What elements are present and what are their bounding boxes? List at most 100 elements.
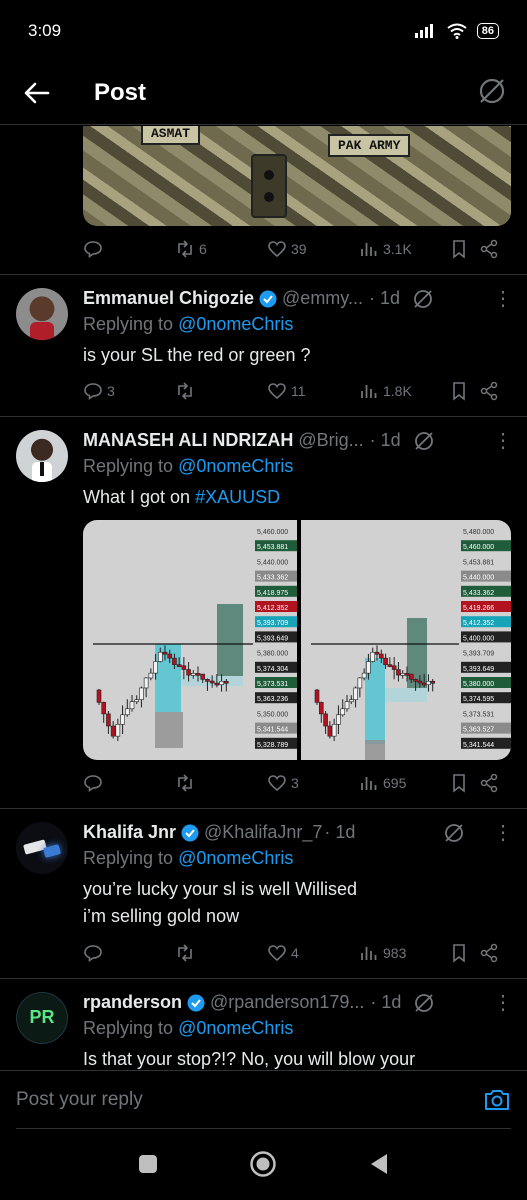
- repost-action[interactable]: 6: [175, 239, 267, 259]
- reply-action[interactable]: [83, 773, 175, 793]
- recents-icon[interactable]: [137, 1153, 159, 1175]
- share-action[interactable]: [479, 943, 499, 963]
- candle-body: [340, 708, 346, 716]
- like-action[interactable]: 3: [267, 773, 359, 793]
- back-icon[interactable]: [367, 1152, 391, 1176]
- tweet-text: Is that your stop?!? No, you will blow y…: [83, 1049, 416, 1069]
- grok-icon[interactable]: [477, 76, 507, 106]
- avatar-initials: PR: [29, 1007, 55, 1027]
- reply-tweet[interactable]: PR rpanderson @rpanderson179... · 1d ⋮ R…: [0, 978, 527, 1070]
- reply-tweet[interactable]: Khalifa Jnr @KhalifaJnr_7 · 1d ⋮ Replyin…: [0, 808, 527, 978]
- repost-action[interactable]: [175, 773, 267, 793]
- bookmark-action[interactable]: [449, 773, 479, 793]
- candle-body: [124, 708, 130, 716]
- view-count: 695: [383, 775, 407, 791]
- views-action[interactable]: 695: [359, 773, 449, 793]
- repost-action[interactable]: [175, 943, 267, 963]
- user-handle[interactable]: @emmy...: [282, 288, 363, 309]
- like-count: 4: [291, 945, 299, 961]
- more-options-icon[interactable]: ⋮: [485, 990, 513, 1015]
- reply-action[interactable]: 3: [83, 381, 175, 401]
- camera-icon[interactable]: [483, 1087, 511, 1113]
- candle-body: [115, 724, 121, 737]
- reply-input[interactable]: Post your reply: [16, 1089, 143, 1111]
- repost-action[interactable]: [175, 381, 267, 401]
- share-action[interactable]: [479, 773, 499, 793]
- status-icons: 86: [414, 23, 499, 39]
- candle-body: [157, 651, 163, 662]
- candle-body: [421, 682, 427, 686]
- status-time: 3:09: [28, 21, 62, 40]
- more-options-icon[interactable]: ⋮: [485, 820, 513, 845]
- mention-link[interactable]: @0nomeChris: [178, 848, 293, 868]
- share-action[interactable]: [479, 381, 499, 401]
- avatar[interactable]: PR: [16, 992, 68, 1044]
- grok-icon[interactable]: [413, 992, 435, 1014]
- candle-body: [400, 673, 406, 676]
- user-name[interactable]: MANASEH ALI NDRIZAH: [83, 430, 293, 451]
- repost-icon: [178, 240, 192, 258]
- user-handle[interactable]: @Brig...: [298, 430, 363, 451]
- views-icon: [361, 385, 377, 398]
- reply-action[interactable]: [83, 239, 175, 259]
- heart-icon: [268, 241, 286, 258]
- bookmark-action[interactable]: [449, 943, 479, 963]
- views-action[interactable]: 3.1K: [359, 239, 449, 259]
- bookmark-icon: [453, 382, 465, 401]
- tweet-text: you’re lucky your sl is well Willised i’…: [83, 876, 513, 930]
- avatar[interactable]: [16, 288, 68, 340]
- chart-image-left[interactable]: 5,460.000 5,453.881 5,440.000 5,433.362 5,41…: [83, 520, 297, 760]
- user-name[interactable]: Emmanuel Chigozie: [83, 288, 254, 309]
- reply-tweet[interactable]: Emmanuel Chigozie @emmy... · 1d ⋮ Replyi…: [0, 274, 527, 416]
- mention-link[interactable]: @0nomeChris: [178, 1018, 293, 1038]
- status-bar: 3:09 86: [0, 0, 527, 62]
- home-icon[interactable]: [249, 1150, 277, 1178]
- price-axis-label: 5,419.266: [463, 605, 494, 612]
- share-icon: [480, 239, 498, 259]
- tweet-actions: 3 695: [83, 770, 513, 796]
- grok-icon[interactable]: [412, 288, 434, 310]
- candle-body: [314, 689, 320, 703]
- candle-body: [186, 669, 191, 676]
- repost-icon: [178, 382, 192, 400]
- reply-action[interactable]: [83, 943, 175, 963]
- like-action[interactable]: 4: [267, 943, 359, 963]
- views-action[interactable]: 1.8K: [359, 381, 449, 401]
- post-image[interactable]: ASMAT PAK ARMY: [83, 126, 511, 226]
- user-handle[interactable]: @rpanderson179...: [210, 992, 364, 1013]
- grok-icon[interactable]: [443, 822, 465, 844]
- user-name[interactable]: rpanderson: [83, 992, 182, 1013]
- mention-link[interactable]: @0nomeChris: [178, 456, 293, 476]
- candle-body: [214, 682, 220, 686]
- replying-prefix: Replying to: [83, 456, 179, 476]
- tweet-actions: 4 983: [83, 940, 513, 966]
- price-axis-label: 5,412.352: [257, 605, 288, 612]
- user-name[interactable]: Khalifa Jnr: [83, 822, 176, 843]
- avatar[interactable]: [16, 430, 68, 482]
- like-action[interactable]: 11: [267, 381, 359, 401]
- share-action[interactable]: [479, 239, 499, 259]
- price-axis-label: 5,480.000: [463, 529, 494, 536]
- user-handle[interactable]: @KhalifaJnr_7: [204, 822, 322, 843]
- more-options-icon[interactable]: ⋮: [485, 428, 513, 453]
- candle-body: [361, 672, 367, 679]
- chart-images[interactable]: 5,460.000 5,453.881 5,440.000 5,433.362 5,41…: [83, 520, 511, 760]
- bookmark-action[interactable]: [449, 239, 479, 259]
- hashtag-link[interactable]: #XAUUSD: [195, 487, 280, 507]
- like-action[interactable]: 39: [267, 239, 359, 259]
- mention-link[interactable]: @0nomeChris: [178, 314, 293, 334]
- reply-tweet[interactable]: MANASEH ALI NDRIZAH @Brig... · 1d ⋮ Repl…: [0, 416, 527, 808]
- reply-composer[interactable]: Post your reply: [0, 1070, 527, 1128]
- more-options-icon[interactable]: ⋮: [485, 286, 513, 311]
- views-icon: [361, 947, 377, 960]
- avatar[interactable]: [16, 822, 68, 874]
- views-action[interactable]: 983: [359, 943, 449, 963]
- candle-body: [413, 679, 418, 682]
- bookmark-action[interactable]: [449, 381, 479, 401]
- candle-body: [176, 664, 182, 667]
- chart-image-right[interactable]: 5,480.000 5,460.000 5,453.881 5,440.000 5,43…: [301, 520, 511, 760]
- candle-body: [344, 701, 350, 710]
- back-arrow-icon[interactable]: [24, 82, 50, 104]
- tweet-time: · 1d: [369, 430, 401, 450]
- grok-icon[interactable]: [413, 430, 435, 452]
